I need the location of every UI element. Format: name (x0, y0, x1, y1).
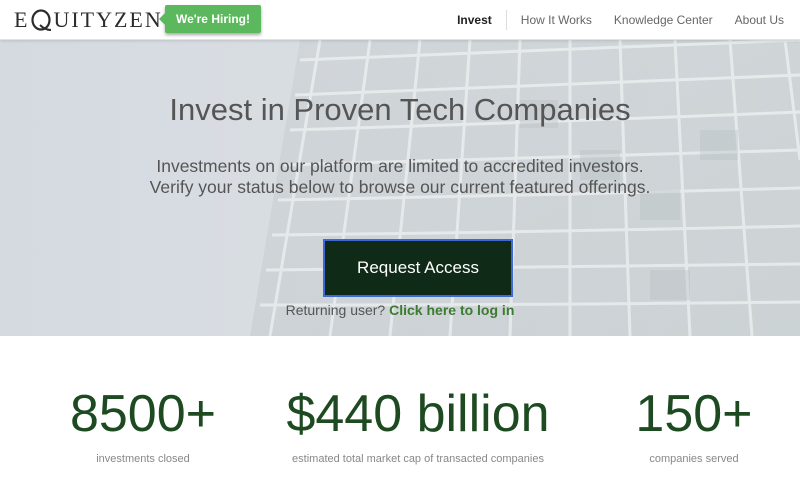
nav-how-it-works[interactable]: How It Works (510, 10, 603, 30)
stat-value: 150+ (635, 385, 753, 443)
nav-invest[interactable]: Invest (446, 10, 507, 30)
request-access-button[interactable]: Request Access (323, 239, 513, 297)
stat-companies-served: 150+ companies served (594, 386, 794, 465)
hero-title: Invest in Proven Tech Companies (169, 92, 631, 127)
stat-market-cap: $440 billion estimated total market cap … (268, 386, 568, 465)
logo-q-icon (30, 7, 52, 33)
logo-text-prefix: E (14, 7, 30, 32)
returning-user-text: Returning user? (285, 302, 386, 318)
stat-investments-closed: 8500+ investments closed (0, 386, 286, 465)
login-link[interactable]: Click here to log in (389, 302, 514, 318)
hero-subtitle: Investments on our platform are limited … (0, 156, 800, 198)
returning-user-line: Returning user? Click here to log in (0, 302, 800, 318)
equityzen-logo[interactable]: E UITYZEN (14, 7, 163, 33)
hero-section: Invest in Proven Tech Companies Investme… (0, 40, 800, 336)
stat-value: $440 billion (286, 385, 550, 443)
stat-label: estimated total market cap of transacted… (292, 453, 544, 465)
hero-subtitle-line-1: Investments on our platform are limited … (156, 156, 644, 176)
stat-label: investments closed (96, 453, 190, 465)
hiring-badge[interactable]: We're Hiring! (159, 5, 261, 33)
stat-label: companies served (649, 453, 739, 465)
stat-value: 8500+ (69, 385, 217, 443)
nav-knowledge-center[interactable]: Knowledge Center (603, 10, 724, 30)
hero-subtitle-line-2: Verify your status below to browse our c… (149, 177, 651, 197)
logo-text-suffix: UITYZEN (53, 7, 163, 32)
site-header: E UITYZEN We're Hiring! Invest How It Wo… (0, 0, 800, 40)
main-nav: Invest How It Works Knowledge Center Abo… (446, 0, 800, 40)
nav-about-us[interactable]: About Us (724, 10, 800, 30)
